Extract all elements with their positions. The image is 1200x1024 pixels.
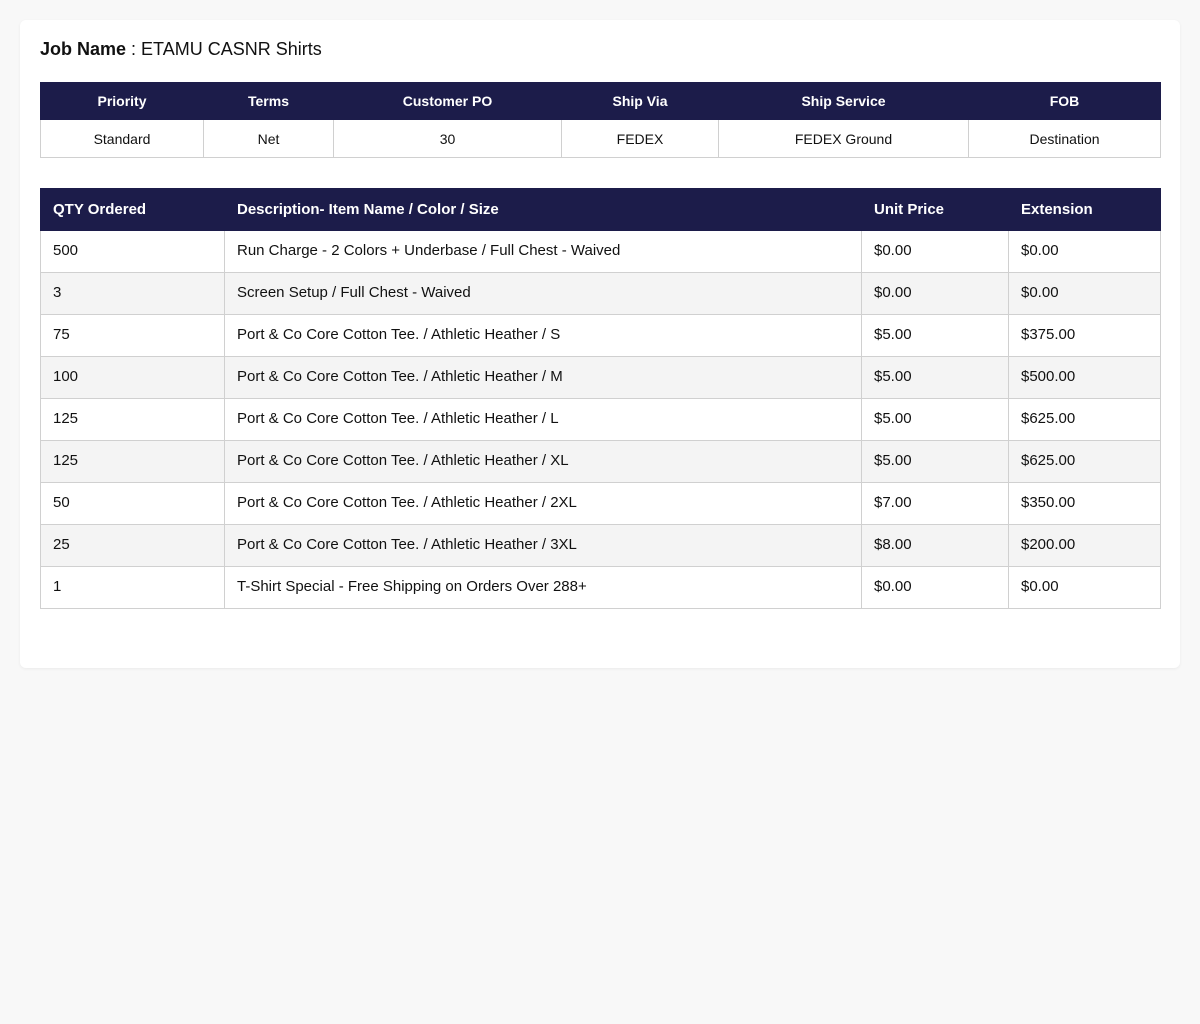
extension-cell: $0.00 [1008, 566, 1161, 609]
info-value-ship-service: FEDEX Ground [718, 119, 969, 158]
extension-cell: $500.00 [1008, 356, 1161, 399]
table-row: 75 Port & Co Core Cotton Tee. / Athletic… [40, 314, 1161, 357]
description-cell: Port & Co Core Cotton Tee. / Athletic He… [224, 482, 862, 525]
unit-price-cell: $5.00 [861, 440, 1009, 483]
order-info-table: Priority Terms Customer PO Ship Via Ship… [40, 82, 1161, 158]
description-cell: Port & Co Core Cotton Tee. / Athletic He… [224, 356, 862, 399]
extension-cell: $200.00 [1008, 524, 1161, 567]
qty-cell: 3 [40, 272, 225, 315]
table-row: 50 Port & Co Core Cotton Tee. / Athletic… [40, 482, 1161, 525]
table-row: 500 Run Charge - 2 Colors + Underbase / … [40, 230, 1161, 273]
info-header-priority: Priority [40, 82, 204, 120]
unit-price-cell: $8.00 [861, 524, 1009, 567]
description-cell: Run Charge - 2 Colors + Underbase / Full… [224, 230, 862, 273]
description-cell: Port & Co Core Cotton Tee. / Athletic He… [224, 524, 862, 567]
info-header-customer-po: Customer PO [333, 82, 562, 120]
info-value-terms: Net [203, 119, 334, 158]
info-value-priority: Standard [40, 119, 204, 158]
table-row: 3 Screen Setup / Full Chest - Waived $0.… [40, 272, 1161, 315]
items-header-unit-price: Unit Price [861, 188, 1009, 231]
unit-price-cell: $0.00 [861, 230, 1009, 273]
unit-price-cell: $5.00 [861, 314, 1009, 357]
info-header-terms: Terms [203, 82, 334, 120]
info-value-fob: Destination [968, 119, 1161, 158]
qty-cell: 500 [40, 230, 225, 273]
extension-cell: $0.00 [1008, 230, 1161, 273]
description-cell: Port & Co Core Cotton Tee. / Athletic He… [224, 440, 862, 483]
qty-cell: 50 [40, 482, 225, 525]
job-name-label: Job Name [40, 39, 127, 59]
table-row: 125 Port & Co Core Cotton Tee. / Athleti… [40, 440, 1161, 483]
info-header-ship-via: Ship Via [561, 82, 719, 120]
info-header-ship-service: Ship Service [718, 82, 969, 120]
unit-price-cell: $5.00 [861, 398, 1009, 441]
qty-cell: 75 [40, 314, 225, 357]
info-header-fob: FOB [968, 82, 1161, 120]
qty-cell: 100 [40, 356, 225, 399]
qty-cell: 1 [40, 566, 225, 609]
unit-price-cell: $0.00 [861, 272, 1009, 315]
description-cell: Port & Co Core Cotton Tee. / Athletic He… [224, 398, 862, 441]
description-cell: T-Shirt Special - Free Shipping on Order… [224, 566, 862, 609]
extension-cell: $375.00 [1008, 314, 1161, 357]
info-value-customer-po: 30 [333, 119, 562, 158]
items-header-qty: QTY Ordered [40, 188, 225, 231]
unit-price-cell: $7.00 [861, 482, 1009, 525]
job-name-value: ETAMU CASNR Shirts [141, 39, 322, 59]
table-row: 1 T-Shirt Special - Free Shipping on Ord… [40, 566, 1161, 609]
table-row: 100 Port & Co Core Cotton Tee. / Athleti… [40, 356, 1161, 399]
line-items-header-row: QTY Ordered Description- Item Name / Col… [40, 188, 1161, 231]
job-name-line: Job Name : ETAMU CASNR Shirts [40, 38, 1160, 60]
items-header-extension: Extension [1008, 188, 1161, 231]
order-info-header-row: Priority Terms Customer PO Ship Via Ship… [40, 82, 1161, 120]
qty-cell: 125 [40, 440, 225, 483]
unit-price-cell: $5.00 [861, 356, 1009, 399]
description-cell: Screen Setup / Full Chest - Waived [224, 272, 862, 315]
job-name-separator: : [126, 39, 142, 59]
qty-cell: 25 [40, 524, 225, 567]
unit-price-cell: $0.00 [861, 566, 1009, 609]
qty-cell: 125 [40, 398, 225, 441]
info-value-ship-via: FEDEX [561, 119, 719, 158]
line-items-table: QTY Ordered Description- Item Name / Col… [40, 188, 1161, 609]
table-row: 25 Port & Co Core Cotton Tee. / Athletic… [40, 524, 1161, 567]
items-header-description: Description- Item Name / Color / Size [224, 188, 862, 231]
extension-cell: $350.00 [1008, 482, 1161, 525]
extension-cell: $625.00 [1008, 440, 1161, 483]
extension-cell: $0.00 [1008, 272, 1161, 315]
description-cell: Port & Co Core Cotton Tee. / Athletic He… [224, 314, 862, 357]
order-info-value-row: Standard Net 30 FEDEX FEDEX Ground Desti… [40, 119, 1161, 158]
table-row: 125 Port & Co Core Cotton Tee. / Athleti… [40, 398, 1161, 441]
extension-cell: $625.00 [1008, 398, 1161, 441]
order-card: Job Name : ETAMU CASNR Shirts Priority T… [20, 20, 1180, 668]
